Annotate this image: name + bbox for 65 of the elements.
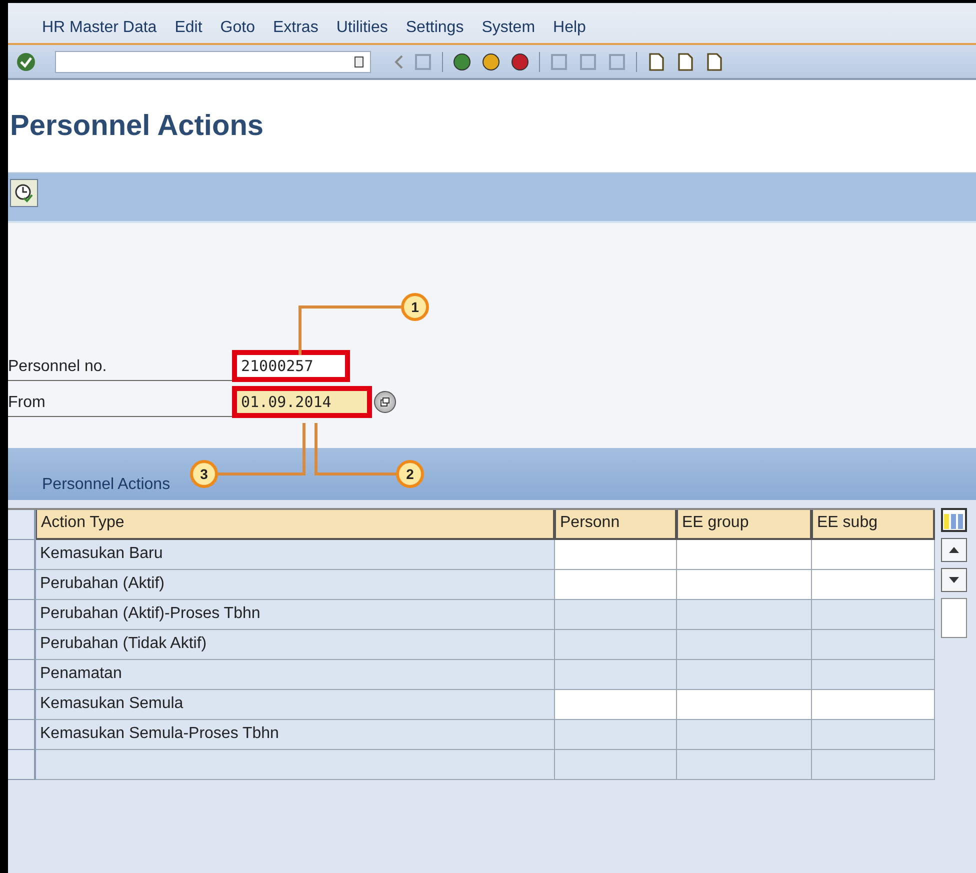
row-selector[interactable] xyxy=(8,660,36,690)
input-cell[interactable] xyxy=(555,540,677,570)
input-cell[interactable] xyxy=(555,690,677,720)
input-cell[interactable] xyxy=(555,600,677,630)
table-cell: Perubahan (Aktif) xyxy=(36,570,555,600)
windows-icon xyxy=(380,397,390,407)
input-cell[interactable] xyxy=(677,570,812,600)
menu-item[interactable]: System xyxy=(482,19,536,37)
menu-item[interactable]: Goto xyxy=(220,19,255,37)
row-selector[interactable] xyxy=(8,570,36,600)
input-cell[interactable] xyxy=(677,660,812,690)
row-selector[interactable] xyxy=(8,540,36,570)
input-cell[interactable] xyxy=(555,720,677,750)
table-cell: Kemasukan Semula-Proses Tbhn xyxy=(36,720,555,750)
input-cell[interactable] xyxy=(812,660,935,690)
row-selector[interactable] xyxy=(8,720,36,750)
scrollbar-track xyxy=(941,598,967,638)
row-selector[interactable] xyxy=(8,750,36,780)
personnel-number-field[interactable]: 21000257 xyxy=(232,350,350,382)
column-header[interactable]: Action Type xyxy=(36,510,555,540)
input-cell[interactable] xyxy=(555,660,677,690)
input-cell[interactable] xyxy=(677,630,812,660)
section-title: Personnel Actions xyxy=(42,476,170,494)
scroll-up-button[interactable] xyxy=(941,538,967,562)
date-picker-button[interactable] xyxy=(374,391,396,413)
table-cell: Perubahan (Tidak Aktif) xyxy=(36,630,555,660)
menu-item[interactable]: Help xyxy=(553,19,586,37)
row-selector[interactable] xyxy=(8,600,36,630)
column-header[interactable]: EE subg xyxy=(812,510,935,540)
menu-item[interactable]: Extras xyxy=(272,19,318,37)
row-selector[interactable] xyxy=(8,630,36,660)
menu-item[interactable]: Utilities xyxy=(336,19,388,37)
execute-button[interactable] xyxy=(10,179,38,207)
menu-item[interactable]: HR Master Data xyxy=(42,19,157,37)
table-cell: Kemasukan Baru xyxy=(36,540,555,570)
column-settings-icon[interactable] xyxy=(941,508,967,532)
input-cell[interactable] xyxy=(677,600,812,630)
input-cell[interactable] xyxy=(677,720,812,750)
input-cell[interactable] xyxy=(677,540,812,570)
row-selector-header[interactable] xyxy=(8,510,36,540)
input-cell[interactable] xyxy=(677,690,812,720)
input-cell[interactable] xyxy=(812,570,935,600)
table-cell: Kemasukan Semula xyxy=(36,690,555,720)
menu-item[interactable]: Settings xyxy=(406,19,464,37)
page-title: Personnel Actions xyxy=(10,110,264,142)
command-field[interactable] xyxy=(55,50,371,72)
input-cell[interactable] xyxy=(812,540,935,570)
callout-number: 1 xyxy=(401,293,429,321)
input-cell[interactable] xyxy=(812,600,935,630)
table-cell: Penamatan xyxy=(36,660,555,690)
input-cell[interactable] xyxy=(555,570,677,600)
column-header[interactable]: EE group xyxy=(677,510,812,540)
column-header[interactable]: Personn xyxy=(555,510,677,540)
table-cell: Perubahan (Aktif)-Proses Tbhn xyxy=(36,600,555,630)
input-cell[interactable] xyxy=(555,630,677,660)
check-icon[interactable] xyxy=(16,52,36,72)
up-triangle-icon xyxy=(949,547,959,553)
scroll-down-button[interactable] xyxy=(941,568,967,592)
input-cell[interactable] xyxy=(812,690,935,720)
menu-item[interactable]: Edit xyxy=(174,19,202,37)
input-cell[interactable] xyxy=(812,630,935,660)
input-cell[interactable] xyxy=(812,720,935,750)
down-triangle-icon xyxy=(949,577,959,583)
date-field[interactable]: 01.09.2014 xyxy=(232,386,372,418)
row-selector[interactable] xyxy=(8,690,36,720)
